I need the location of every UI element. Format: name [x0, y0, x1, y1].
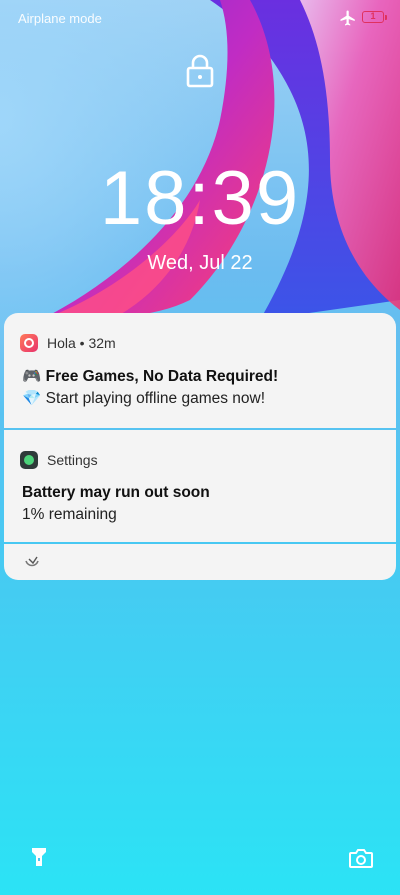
- notification-hola[interactable]: Hola • 32m 🎮 Free Games, No Data Require…: [4, 313, 396, 428]
- notification-header: Settings: [20, 450, 98, 470]
- hola-app-icon: [20, 334, 38, 352]
- notification-settings[interactable]: Settings Battery may run out soon 1% rem…: [4, 430, 396, 542]
- notification-overflow[interactable]: [4, 544, 396, 580]
- status-bar: Airplane mode 1: [0, 0, 400, 36]
- airplane-icon: [340, 10, 355, 26]
- flashlight-icon[interactable]: [28, 846, 50, 868]
- notification-app-name: Hola: [47, 335, 76, 351]
- bullet-separator: •: [75, 335, 89, 351]
- settings-app-icon: [20, 451, 38, 469]
- notification-app-name: Settings: [47, 452, 98, 468]
- overflow-notification-icon: [25, 556, 39, 567]
- notification-age: 32m: [88, 335, 116, 351]
- airplane-mode-label: Airplane mode: [18, 11, 102, 26]
- notification-title: Battery may run out soon: [22, 484, 210, 501]
- clock-time: 18:39: [99, 156, 301, 241]
- battery-icon: 1: [362, 11, 387, 23]
- battery-level: 1: [370, 11, 376, 21]
- clock-date: Wed, Jul 22: [147, 252, 253, 274]
- camera-icon[interactable]: [348, 847, 374, 869]
- notification-body: 1% remaining: [22, 506, 117, 523]
- notification-title: 🎮 Free Games, No Data Required!: [22, 368, 279, 385]
- notification-body: 💎 Start playing offline games now!: [22, 390, 266, 407]
- lock-icon[interactable]: [186, 54, 214, 88]
- notification-header: Hola • 32m: [20, 333, 116, 353]
